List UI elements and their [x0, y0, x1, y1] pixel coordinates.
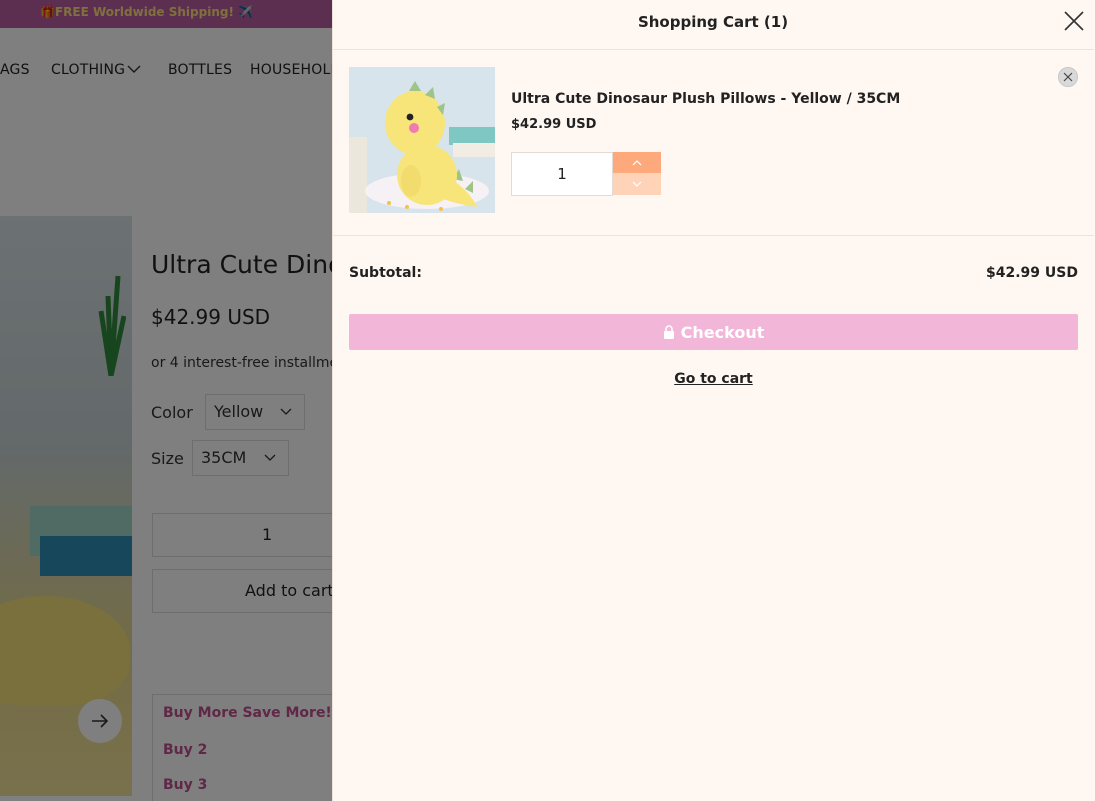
divider — [333, 49, 1094, 50]
quantity-increase-button[interactable] — [613, 152, 661, 173]
chevron-up-icon — [632, 159, 642, 165]
checkout-button[interactable]: Checkout — [349, 314, 1078, 350]
cart-item-price: $42.99 USD — [511, 117, 597, 132]
checkout-label: Checkout — [680, 322, 765, 342]
remove-item-icon — [1063, 72, 1073, 82]
quantity-decrease-button[interactable] — [613, 173, 661, 195]
cart-item-image[interactable] — [349, 67, 495, 213]
cart-title: Shopping Cart (1) — [637, 13, 789, 31]
subtotal-label: Subtotal: — [349, 265, 422, 281]
go-to-cart-container: Go to cart — [333, 371, 1094, 387]
go-to-cart-link[interactable]: Go to cart — [674, 371, 753, 387]
cart-quantity-input[interactable]: 1 — [511, 152, 613, 196]
remove-item-button[interactable] — [1058, 67, 1078, 87]
divider — [333, 235, 1094, 236]
close-icon[interactable] — [1062, 9, 1086, 33]
cart-drawer: Shopping Cart (1) Ultra Cute Dinosaur Pl… — [332, 0, 1095, 801]
chevron-down-icon — [632, 181, 642, 187]
cart-item-name[interactable]: Ultra Cute Dinosaur Plush Pillows - Yell… — [511, 91, 900, 107]
subtotal-value: $42.99 USD — [986, 265, 1078, 281]
dinosaur-plush-image — [349, 67, 495, 213]
lock-icon — [663, 325, 674, 339]
